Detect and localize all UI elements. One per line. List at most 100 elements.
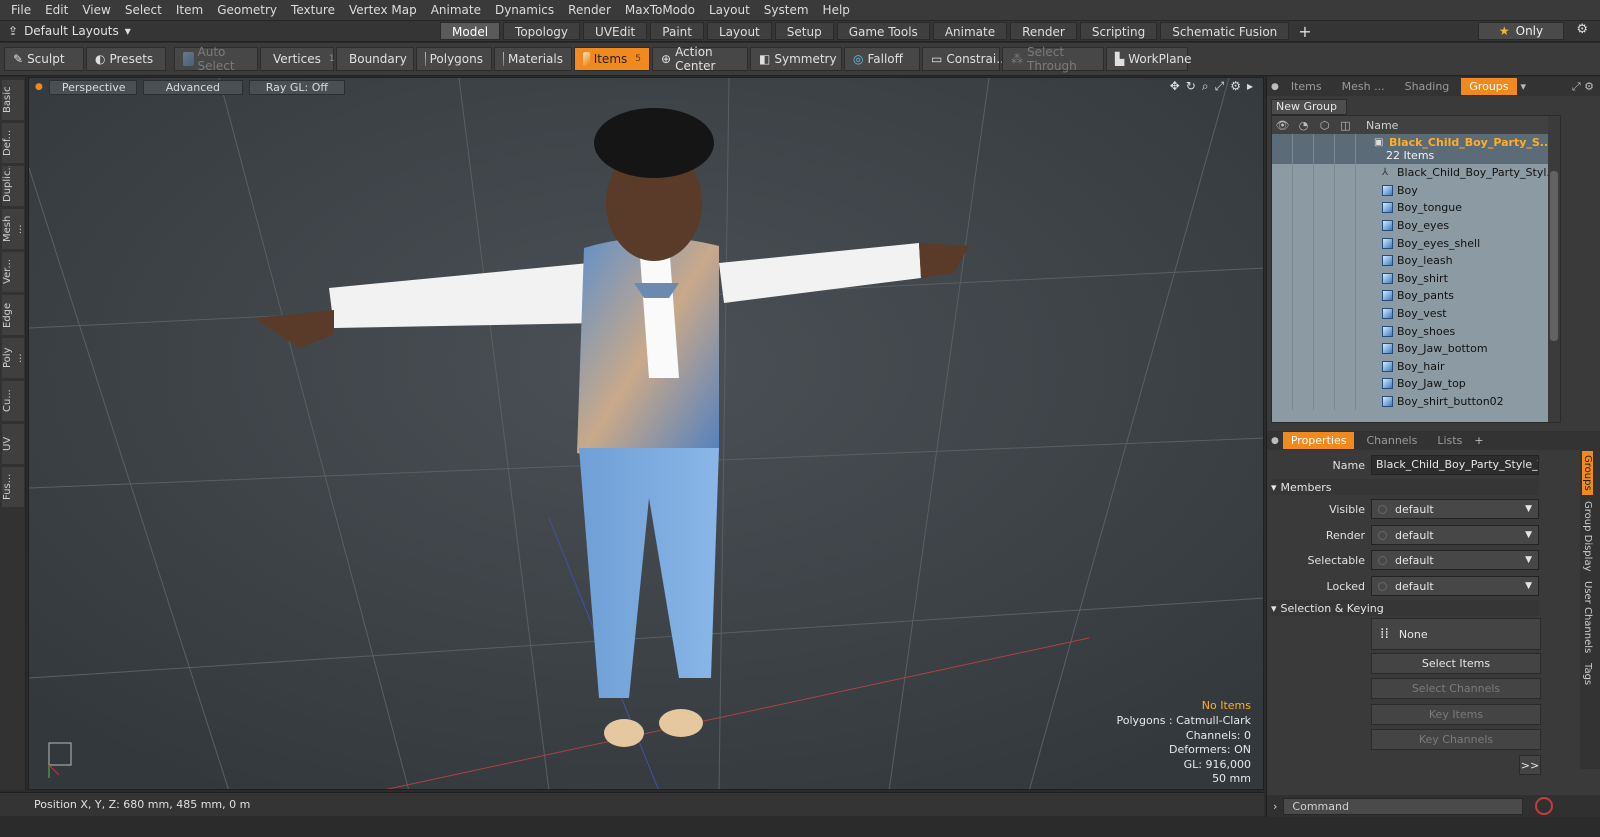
tab-uv[interactable]: UV <box>2 424 24 464</box>
tab-edge[interactable]: Edge <box>2 295 24 335</box>
list-item[interactable]: Boy_eyes_shell <box>1272 234 1560 252</box>
scrollbar-thumb[interactable] <box>1550 171 1558 341</box>
move-view-icon[interactable]: ✥ <box>1170 79 1180 94</box>
tab-polygon[interactable]: Poly ... <box>2 338 24 378</box>
menu-dynamics[interactable]: Dynamics <box>488 0 561 21</box>
menu-view[interactable]: View <box>75 0 117 21</box>
tab-duplicate[interactable]: Duplic... <box>2 166 24 206</box>
menu-render[interactable]: Render <box>561 0 618 21</box>
tab-curve[interactable]: Cu... <box>2 381 24 421</box>
tab-vertex[interactable]: Ver... <box>2 252 24 292</box>
tab-lists[interactable]: Lists <box>1429 432 1470 449</box>
tab-shading[interactable]: Shading <box>1397 78 1458 95</box>
tab-items[interactable]: Items <box>1283 78 1330 95</box>
render-icon[interactable]: ◔ <box>1293 119 1314 132</box>
zoom-icon[interactable]: ⌕ <box>1202 79 1209 94</box>
action-center-button[interactable]: ⊕ Action Center <box>652 45 748 73</box>
selectable-dropdown[interactable]: default ▼ <box>1371 550 1539 570</box>
tab-mesh-edit[interactable]: Mesh ... <box>2 209 24 249</box>
list-item[interactable]: Boy_vest <box>1272 304 1560 323</box>
menu-help[interactable]: Help <box>816 0 857 21</box>
raygl-dropdown[interactable]: Ray GL: Off <box>248 79 345 95</box>
tab-mesh[interactable]: Mesh ... <box>1334 78 1393 95</box>
new-group-button[interactable]: New Group <box>1271 99 1347 115</box>
select-channels-button[interactable]: Select Channels <box>1371 678 1541 699</box>
polygons-button[interactable]: Polygons <box>416 47 492 71</box>
constrain-button[interactable]: ▭ Constrai... <box>922 47 1008 71</box>
select-items-button[interactable]: Select Items <box>1371 653 1541 674</box>
render-dropdown[interactable]: default ▼ <box>1371 525 1539 545</box>
materials-button[interactable]: Materials <box>494 47 572 71</box>
view-mode-dropdown[interactable]: Perspective <box>48 79 137 95</box>
eye-icon[interactable]: 👁 <box>1272 119 1293 132</box>
tab-animate[interactable]: Animate <box>932 22 1008 40</box>
tab-deform[interactable]: Def... <box>2 123 24 163</box>
tree-scrollbar[interactable] <box>1548 116 1560 422</box>
menu-item[interactable]: Item <box>169 0 210 21</box>
tab-groups[interactable]: Groups <box>1461 78 1517 95</box>
only-toggle[interactable]: ★ Only <box>1478 22 1564 40</box>
rotate-view-icon[interactable]: ↻ <box>1186 79 1196 94</box>
menu-animate[interactable]: Animate <box>424 0 488 21</box>
falloff-button[interactable]: ◎ Falloff <box>844 47 920 71</box>
tab-menu-arrow-icon[interactable]: ▾ <box>1521 80 1527 93</box>
add-tab-icon[interactable]: + <box>1298 22 1311 41</box>
list-item[interactable]: Boy_leash <box>1272 251 1560 270</box>
tab-channels[interactable]: Channels <box>1358 432 1425 449</box>
visible-dropdown[interactable]: default ▼ <box>1371 499 1539 519</box>
auto-select-button[interactable]: Auto Select <box>174 45 258 73</box>
name-field[interactable]: Black_Child_Boy_Party_Style_T_f <box>1371 455 1539 475</box>
tab-fusion[interactable]: Fus... <box>2 467 24 507</box>
selection-keying-section[interactable]: ▾ Selection & Keying <box>1271 600 1539 616</box>
gear-icon[interactable]: ⚙ <box>1576 22 1588 37</box>
fit-icon[interactable]: ⤢ <box>1215 79 1225 94</box>
lock-icon[interactable]: ◫ <box>1335 119 1356 132</box>
vertices-button[interactable]: Vertices 1 <box>260 47 335 71</box>
tab-uvedit[interactable]: UVEdit <box>583 22 648 40</box>
symmetry-button[interactable]: ◧ Symmetry <box>750 47 842 71</box>
list-item[interactable]: Boy_eyes <box>1272 216 1560 235</box>
key-channels-button[interactable]: Key Channels <box>1371 729 1541 750</box>
side-tab-user-channels[interactable]: User Channels <box>1582 577 1593 657</box>
tab-layout[interactable]: Layout <box>706 22 772 40</box>
tab-render[interactable]: Render <box>1010 22 1077 40</box>
list-item[interactable]: Boy_Jaw_top <box>1272 375 1560 393</box>
list-item[interactable]: Boy_tongue <box>1272 199 1560 217</box>
menu-geometry[interactable]: Geometry <box>210 0 284 21</box>
menu-maxtomodo[interactable]: MaxToModo <box>618 0 702 21</box>
side-tab-tags[interactable]: Tags <box>1582 659 1593 689</box>
tab-scripting[interactable]: Scripting <box>1079 22 1158 40</box>
none-button[interactable]: ⁞⁞ None <box>1371 618 1541 650</box>
shading-dropdown[interactable]: Advanced <box>142 79 243 95</box>
group-row[interactable]: ▣ Black_Child_Boy_Party_S... 22 Items <box>1272 134 1560 164</box>
more-button[interactable]: >> <box>1519 755 1541 775</box>
members-section[interactable]: ▾ Members <box>1271 479 1539 495</box>
list-item[interactable]: Boy_shirt_button02 <box>1272 392 1560 411</box>
items-button[interactable]: Items 5 <box>574 47 650 71</box>
list-item[interactable]: Boy_shoes <box>1272 322 1560 340</box>
side-tab-groups[interactable]: Groups <box>1582 451 1593 495</box>
list-item[interactable]: Boy_Jaw_bottom <box>1272 339 1560 358</box>
select-icon[interactable]: ⬡ <box>1314 119 1335 132</box>
layout-selector[interactable]: ⇪ Default Layouts ▾ <box>0 24 440 38</box>
menu-file[interactable]: File <box>4 0 38 21</box>
tab-game-tools[interactable]: Game Tools <box>836 22 930 40</box>
list-item[interactable]: Boy <box>1272 181 1560 200</box>
tab-schematic-fusion[interactable]: Schematic Fusion <box>1160 22 1290 40</box>
tab-paint[interactable]: Paint <box>650 22 704 40</box>
boundary-button[interactable]: Boundary <box>336 47 414 71</box>
list-item[interactable]: ⅄ Black_Child_Boy_Party_Styl... <box>1272 164 1560 182</box>
select-through-button[interactable]: ⁂ Select Through <box>1002 45 1104 73</box>
presets-button[interactable]: ◐ Presets <box>86 47 166 71</box>
list-item[interactable]: Boy_pants <box>1272 287 1560 305</box>
tab-model[interactable]: Model <box>440 22 501 40</box>
tab-basic[interactable]: Basic <box>2 80 24 120</box>
menu-layout[interactable]: Layout <box>702 0 757 21</box>
add-tab-icon[interactable]: + <box>1474 434 1483 447</box>
record-icon[interactable] <box>1535 797 1554 815</box>
expand-icon[interactable]: ⤢ ⚙ <box>1572 80 1594 94</box>
sculpt-button[interactable]: ✎ Sculpt <box>4 47 84 71</box>
side-tab-group-display[interactable]: Group Display <box>1582 497 1593 575</box>
tab-topology[interactable]: Topology <box>503 22 581 40</box>
list-item[interactable]: Boy_hair <box>1272 357 1560 376</box>
